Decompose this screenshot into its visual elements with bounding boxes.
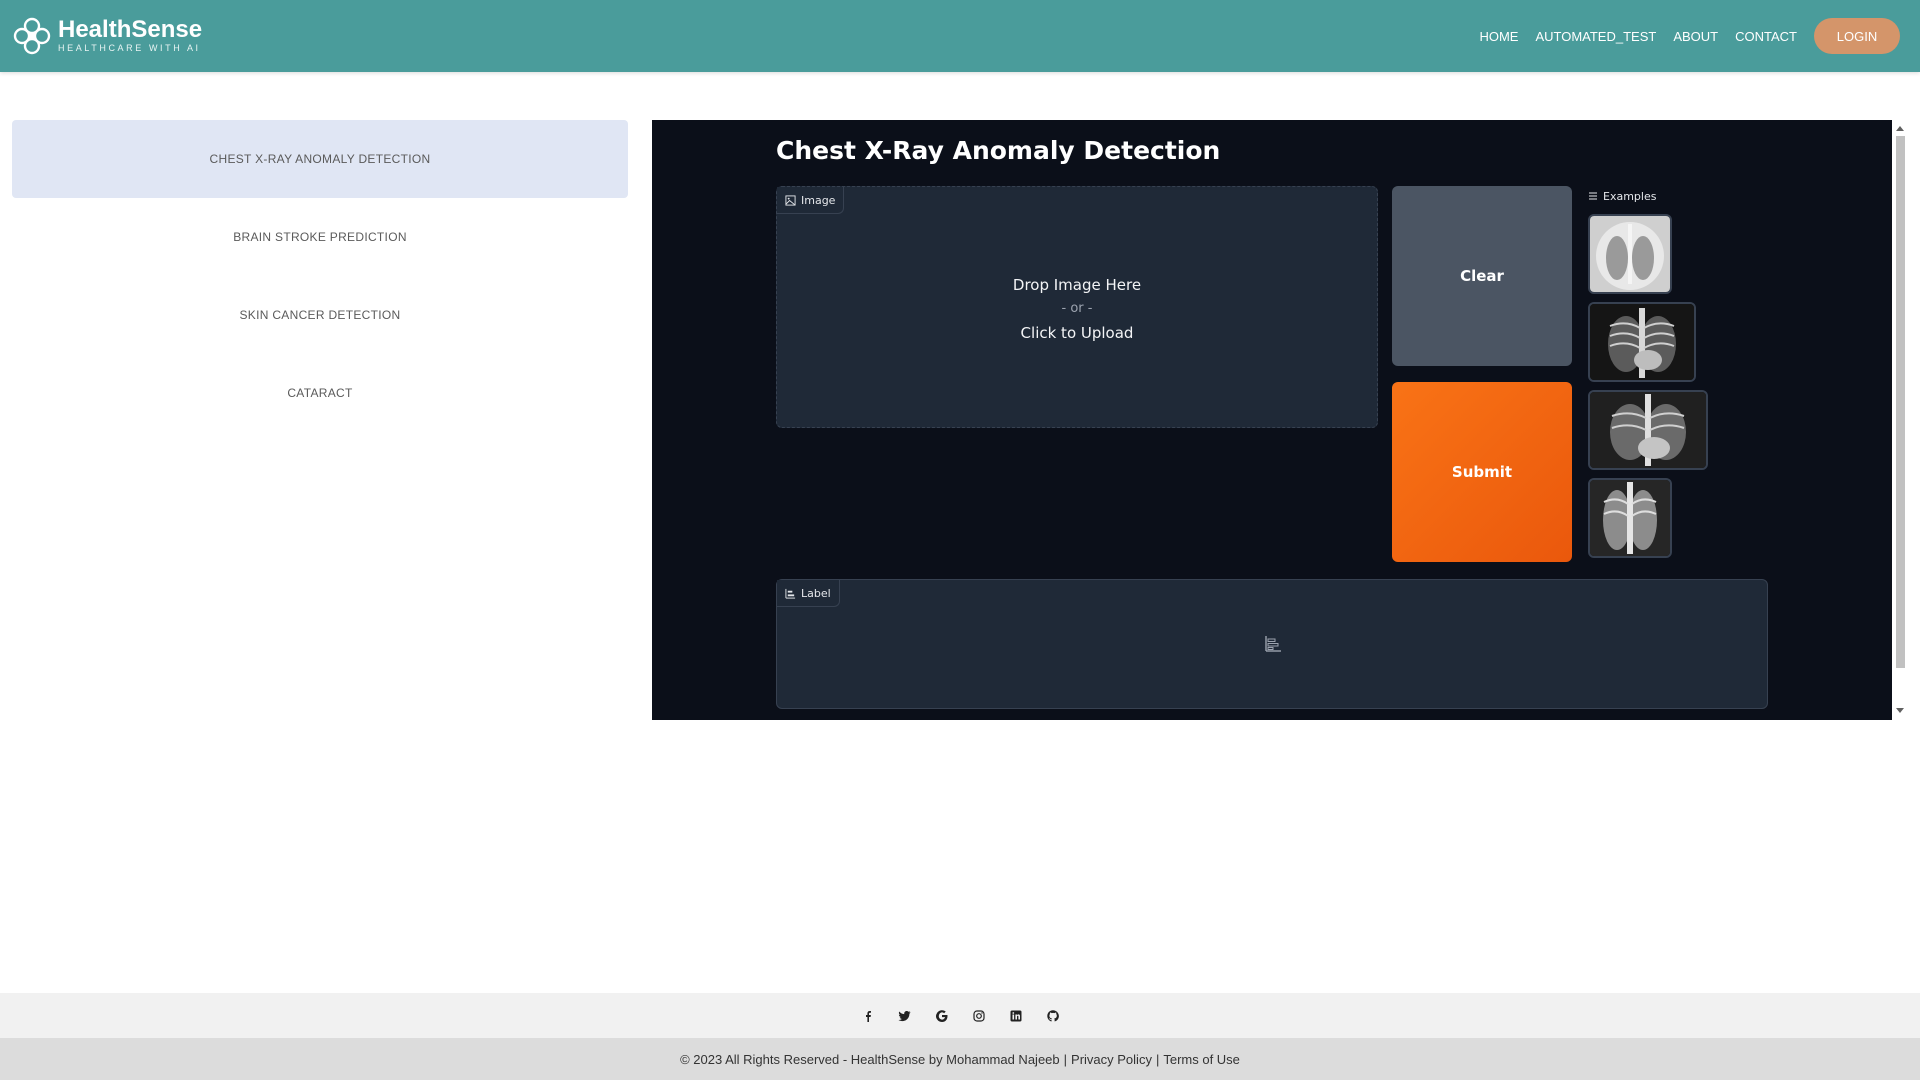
main-nav: HOME AUTOMATED_TEST ABOUT CONTACT LOGIN <box>1462 0 1900 72</box>
sidebar-item-cataract[interactable]: CATARACT <box>12 354 628 432</box>
nav-about[interactable]: ABOUT <box>1673 29 1718 44</box>
example-xray-1[interactable] <box>1588 214 1672 294</box>
sidebar-item-brain-stroke[interactable]: BRAIN STROKE PREDICTION <box>12 198 628 276</box>
click-upload-text: Click to Upload <box>1020 324 1134 342</box>
example-xray-3[interactable] <box>1588 390 1708 470</box>
examples-label: Examples <box>1603 189 1657 203</box>
brand-name: HealthSense <box>58 16 203 43</box>
xray-thumbnail-icon <box>1590 216 1670 292</box>
label-output: Label <box>776 579 1768 709</box>
nav-contact[interactable]: CONTACT <box>1735 29 1797 44</box>
xray-thumbnail-icon <box>1590 480 1670 556</box>
sidebar: CHEST X-RAY ANOMALY DETECTION BRAIN STRO… <box>12 120 628 432</box>
nav-automated-test[interactable]: AUTOMATED_TEST <box>1535 29 1656 44</box>
scroll-up-icon[interactable] <box>1896 126 1904 131</box>
site-header: HealthSense HEALTHCARE WITH AI HOME AUTO… <box>0 0 1920 72</box>
copyright-bar: © 2023 All Rights Reserved - HealthSense… <box>0 1038 1920 1080</box>
scroll-thumb[interactable] <box>1896 136 1905 668</box>
linkedin-icon[interactable] <box>997 1006 1034 1026</box>
upload-instructions: Drop Image Here - or - Click to Upload <box>777 273 1377 345</box>
facebook-icon[interactable] <box>849 1006 886 1026</box>
separator: | <box>1155 1051 1160 1067</box>
image-block-label: Image <box>777 187 845 214</box>
submit-button[interactable]: Submit <box>1392 382 1572 562</box>
brand[interactable]: HealthSense HEALTHCARE WITH AI <box>12 16 202 56</box>
xray-thumbnail-icon <box>1590 392 1706 468</box>
healthsense-logo-icon <box>13 17 51 55</box>
sidebar-item-chest-xray[interactable]: CHEST X-RAY ANOMALY DETECTION <box>12 120 628 198</box>
twitter-icon[interactable] <box>886 1006 923 1026</box>
label-text: Label <box>801 586 831 600</box>
copyright-text: © 2023 All Rights Reserved - HealthSense… <box>680 1051 1060 1067</box>
example-xray-4[interactable] <box>1588 478 1672 558</box>
label-icon <box>785 588 796 599</box>
image-label-text: Image <box>801 193 836 207</box>
privacy-policy-link[interactable]: Privacy Policy <box>1071 1052 1152 1067</box>
xray-thumbnail-icon <box>1590 304 1694 380</box>
brand-tagline: HEALTHCARE WITH AI <box>58 43 201 53</box>
examples-panel: Examples <box>1588 186 1708 558</box>
examples-header: Examples <box>1588 186 1708 206</box>
page-title: Chest X-Ray Anomaly Detection <box>776 136 1221 165</box>
image-icon <box>785 194 796 206</box>
app-scrollbar[interactable] <box>1892 120 1908 720</box>
drop-image-text: Drop Image Here <box>1012 276 1142 294</box>
chart-placeholder-icon <box>1265 636 1281 652</box>
login-button[interactable]: LOGIN <box>1814 18 1900 54</box>
label-block-label: Label <box>777 580 840 607</box>
terms-of-use-link[interactable]: Terms of Use <box>1163 1052 1240 1067</box>
scroll-down-icon[interactable] <box>1896 708 1904 713</box>
example-xray-2[interactable] <box>1588 302 1696 382</box>
image-upload-dropzone[interactable]: Image Drop Image Here - or - Click to Up… <box>776 186 1378 428</box>
list-icon <box>1589 192 1597 200</box>
google-icon[interactable] <box>923 1006 960 1026</box>
clear-button[interactable]: Clear <box>1392 186 1572 366</box>
instagram-icon[interactable] <box>960 1006 997 1026</box>
separator: | <box>1063 1051 1068 1067</box>
social-links-bar <box>0 993 1920 1038</box>
github-icon[interactable] <box>1034 1006 1071 1026</box>
nav-home[interactable]: HOME <box>1479 29 1518 44</box>
sidebar-item-skin-cancer[interactable]: SKIN CANCER DETECTION <box>12 276 628 354</box>
or-text: - or - <box>1061 301 1093 316</box>
gradio-app-frame: Chest X-Ray Anomaly Detection Image Drop… <box>652 120 1892 720</box>
